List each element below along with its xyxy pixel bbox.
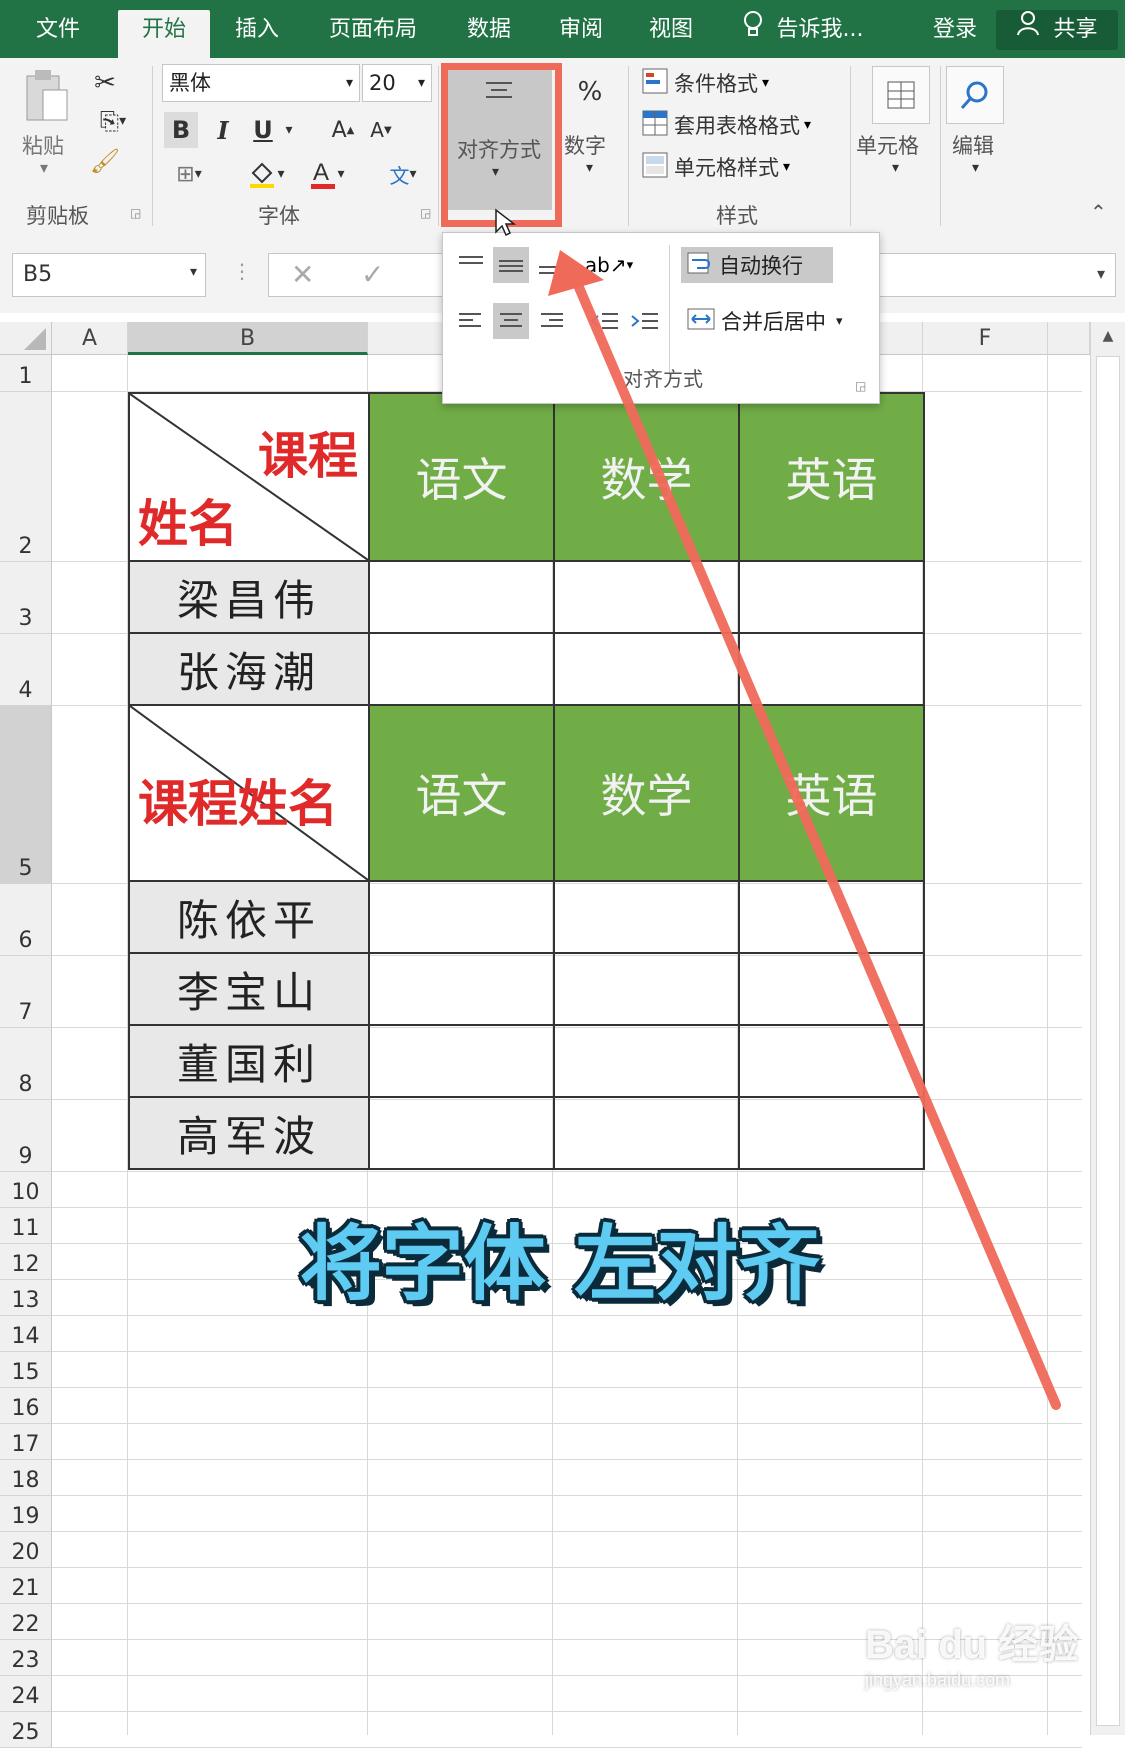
baidu-watermark: Bai du 经验 jingyan.baidu.com: [865, 1612, 1095, 1702]
baidu-logo: Bai du 经验: [865, 1623, 1079, 1667]
mouse-cursor-icon: [495, 208, 516, 237]
annotation-arrow: [548, 250, 1061, 1410]
watermark-url: jingyan.baidu.com: [865, 1670, 1011, 1690]
